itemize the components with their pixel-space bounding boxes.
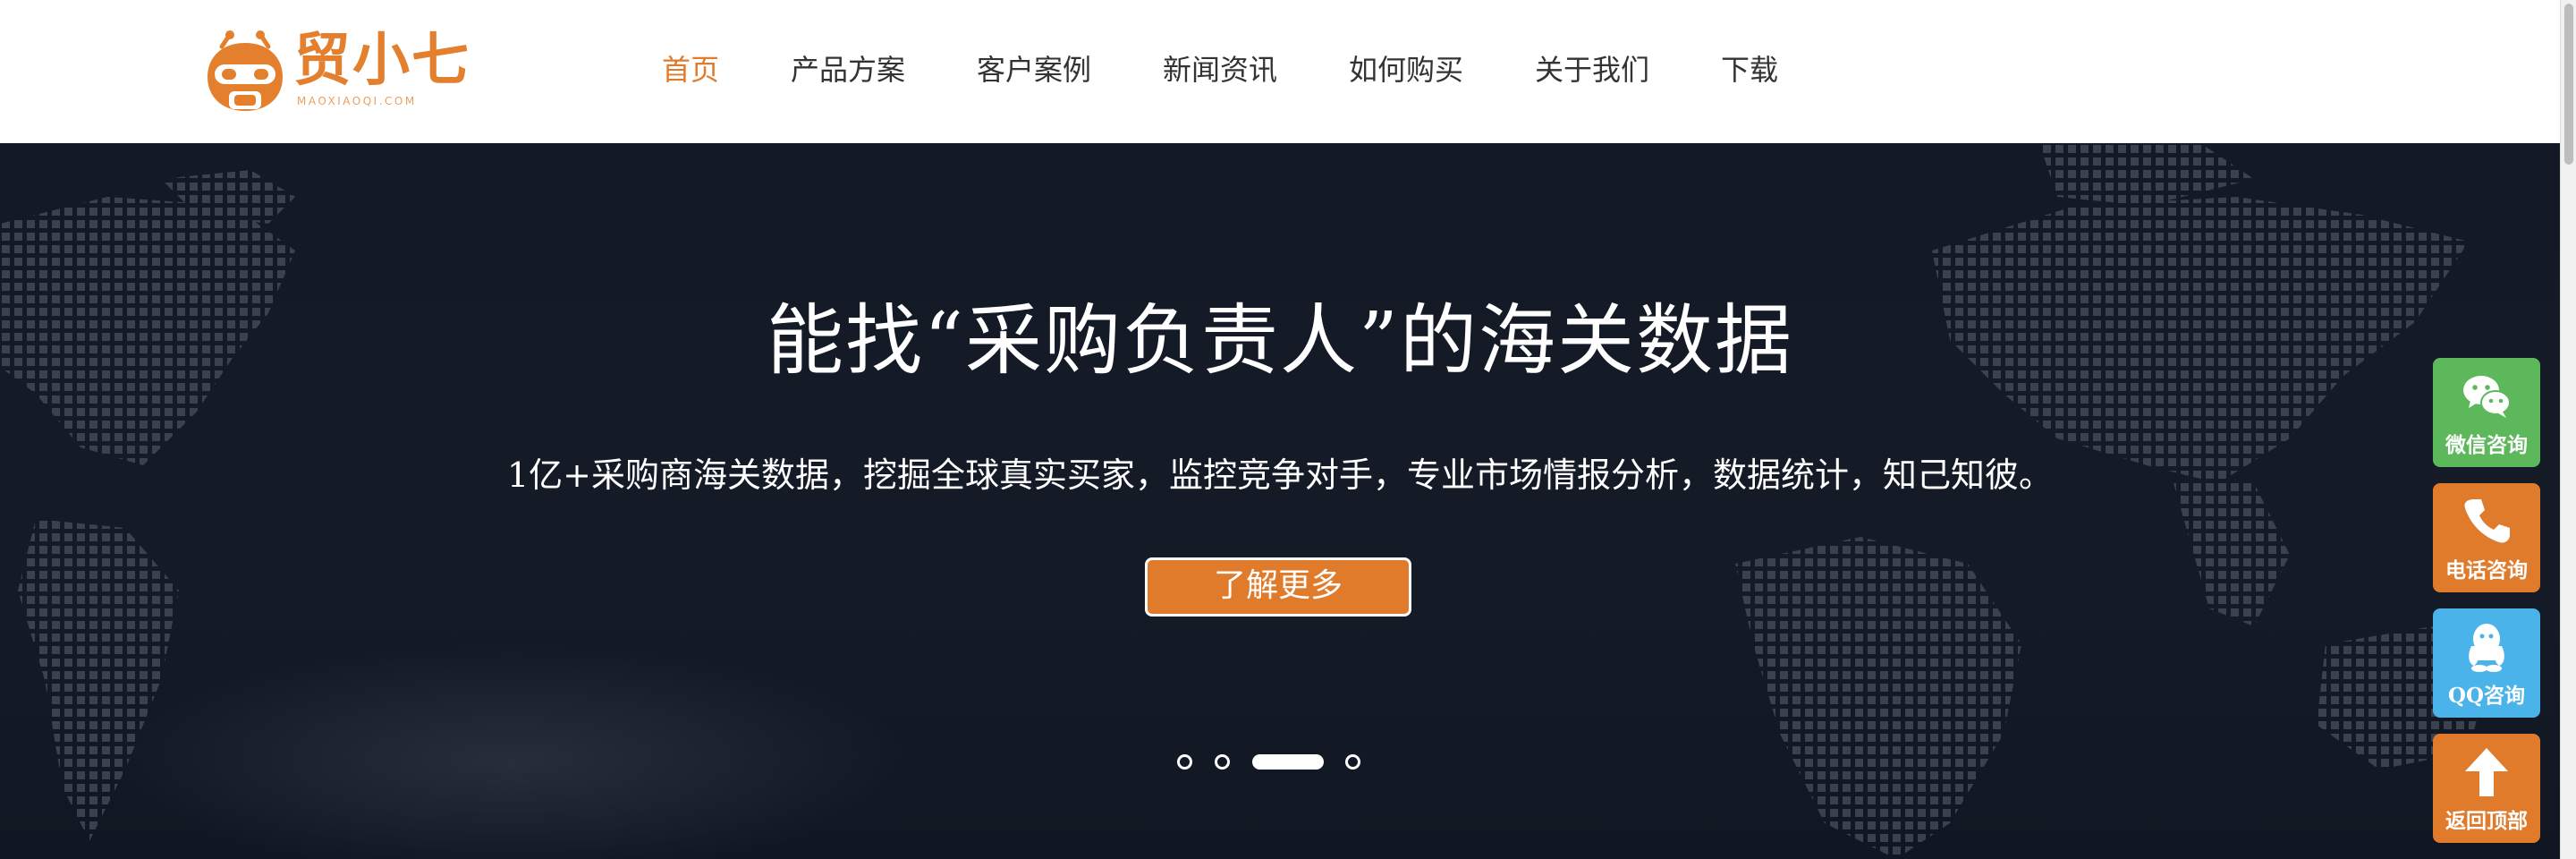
site-header: 贸小七 MAOXIAOQI.COM 首页 产品方案 客户案例 新闻资讯 如何购买… <box>0 0 2560 143</box>
wechat-consult-label: 微信咨询 <box>2445 433 2528 457</box>
nav-item-how-to-buy[interactable]: 如何购买 <box>1349 49 1463 90</box>
carousel-dot-1[interactable] <box>1177 754 1192 770</box>
carousel-indicators <box>1177 753 1374 772</box>
wechat-consult-button[interactable]: 微信咨询 <box>2433 358 2540 467</box>
nav-item-about[interactable]: 关于我们 <box>1535 49 1649 90</box>
hero-banner: 能找“采购负责人”的海关数据 1亿+采购商海关数据，挖掘全球真实买家，监控竞争对… <box>0 143 2560 859</box>
page: 贸小七 MAOXIAOQI.COM 首页 产品方案 客户案例 新闻资讯 如何购买… <box>0 0 2576 859</box>
hero-glow <box>107 644 912 859</box>
main-nav: 首页 产品方案 客户案例 新闻资讯 如何购买 关于我们 下载 <box>0 0 2560 143</box>
nav-item-products[interactable]: 产品方案 <box>791 49 905 90</box>
qq-icon <box>2469 624 2504 672</box>
arrow-up-icon <box>2465 748 2508 796</box>
carousel-dot-2[interactable] <box>1215 754 1230 770</box>
page-scrollbar[interactable] <box>2560 0 2576 859</box>
phone-icon <box>2464 499 2510 543</box>
hero-title: 能找“采购负责人”的海关数据 <box>767 296 1793 386</box>
back-to-top-label: 返回顶部 <box>2445 809 2528 833</box>
back-to-top-button[interactable]: 返回顶部 <box>2433 734 2540 843</box>
hero-subtitle: 1亿+采购商海关数据，挖掘全球真实买家，监控竞争对手，专业市场情报分析，数据统计… <box>506 455 2054 495</box>
wechat-icon <box>2463 376 2511 418</box>
nav-item-home[interactable]: 首页 <box>662 49 719 90</box>
nav-item-cases[interactable]: 客户案例 <box>977 49 1091 90</box>
qq-consult-button[interactable]: QQ咨询 <box>2433 608 2540 718</box>
qq-consult-label: QQ咨询 <box>2447 684 2526 708</box>
phone-consult-label: 电话咨询 <box>2445 558 2528 583</box>
carousel-dot-4[interactable] <box>1345 754 1360 770</box>
learn-more-button[interactable]: 了解更多 <box>1145 557 1411 617</box>
carousel-dot-3-active[interactable] <box>1252 754 1324 770</box>
phone-consult-button[interactable]: 电话咨询 <box>2433 483 2540 592</box>
scrollbar-thumb[interactable] <box>2564 4 2573 165</box>
nav-item-news[interactable]: 新闻资讯 <box>1163 49 1277 90</box>
nav-item-download[interactable]: 下载 <box>1721 49 1778 90</box>
